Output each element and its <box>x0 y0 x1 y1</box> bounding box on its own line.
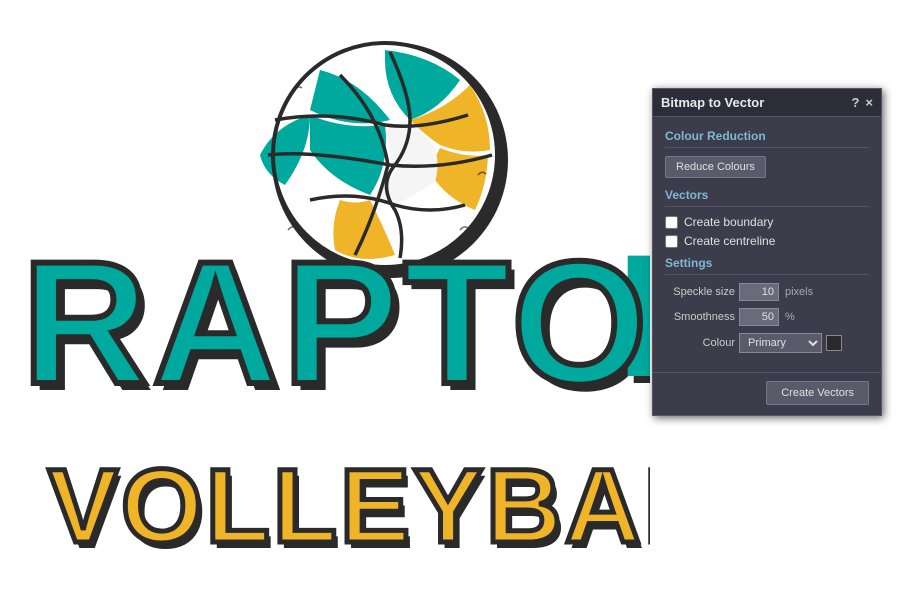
reduce-colours-button[interactable]: Reduce Colours <box>665 156 766 178</box>
help-button[interactable]: ? <box>851 96 859 109</box>
smoothness-row: Smoothness % <box>665 308 869 326</box>
colour-reduction-header: Colour Reduction <box>665 129 869 148</box>
svg-text:RAPTO: RAPTO <box>22 226 650 421</box>
create-centreline-label: Create centreline <box>684 234 775 248</box>
vectors-section: Create boundary Create centreline <box>665 215 869 248</box>
create-boundary-checkbox[interactable] <box>665 216 678 229</box>
logo-graphic: RAPTO RAPTO RS RS VOLLEYBALL VOLLEYBALL … <box>0 0 650 600</box>
speckle-size-label: Speckle size <box>665 286 735 298</box>
speckle-size-unit: pixels <box>785 286 813 298</box>
colour-label: Colour <box>665 337 735 349</box>
speckle-size-input[interactable] <box>739 283 779 301</box>
create-vectors-button[interactable]: Create Vectors <box>766 381 869 405</box>
settings-header: Settings <box>665 256 869 275</box>
dialog-title: Bitmap to Vector <box>661 95 764 110</box>
settings-section: Speckle size pixels Smoothness % Colour … <box>665 283 869 353</box>
colour-row: Colour Primary Secondary All <box>665 333 869 353</box>
create-centreline-checkbox[interactable] <box>665 235 678 248</box>
dialog-body: Colour Reduction Reduce Colours Vectors … <box>653 117 881 368</box>
close-button[interactable]: × <box>865 96 873 109</box>
dialog-footer: Create Vectors <box>653 372 881 415</box>
dialog-titlebar: Bitmap to Vector ? × <box>653 89 881 117</box>
svg-text:VOLLEYBALL: VOLLEYBALL <box>48 448 650 565</box>
dialog-controls: ? × <box>851 96 873 109</box>
speckle-size-row: Speckle size pixels <box>665 283 869 301</box>
create-boundary-row: Create boundary <box>665 215 869 229</box>
bitmap-to-vector-dialog: Bitmap to Vector ? × Colour Reduction Re… <box>652 88 882 416</box>
smoothness-unit: % <box>785 311 795 323</box>
vectors-header: Vectors <box>665 188 869 207</box>
smoothness-input[interactable] <box>739 308 779 326</box>
create-centreline-row: Create centreline <box>665 234 869 248</box>
create-boundary-label: Create boundary <box>684 215 773 229</box>
colour-swatch[interactable] <box>826 335 842 351</box>
colour-select[interactable]: Primary Secondary All <box>739 333 822 353</box>
smoothness-label: Smoothness <box>665 311 735 323</box>
colour-reduction-section: Reduce Colours <box>665 156 869 178</box>
